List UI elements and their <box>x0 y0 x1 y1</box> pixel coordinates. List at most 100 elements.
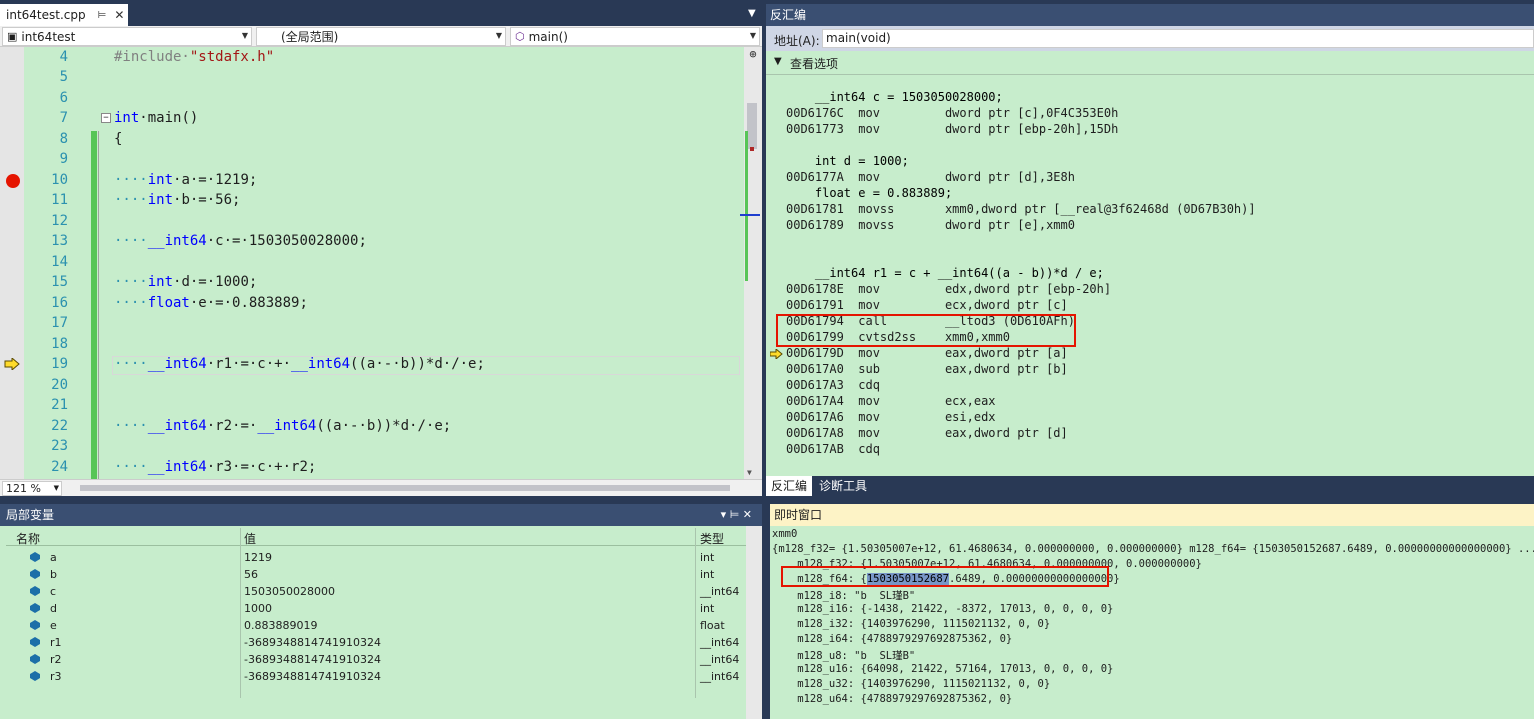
locals-window[interactable]: 名称 值 类型 a 1219 int b 56 int c 1503050028… <box>0 526 762 719</box>
change-marker <box>745 131 748 281</box>
code-line-19: ····__int64·r1·=·c·+·__int64((a·-·b))*d·… <box>114 356 485 372</box>
tab-int64test-cpp[interactable]: int64test.cpp ⊨ ✕ <box>0 4 128 26</box>
table-row[interactable]: a 1219 int <box>6 549 746 566</box>
address-input[interactable]: main(void) <box>822 29 1534 48</box>
immediate-window[interactable]: xmm0 {m128_f32= {1.50305007e+12, 61.4680… <box>770 526 1534 719</box>
pin-icon[interactable]: ⊨ <box>98 10 107 21</box>
window-controls[interactable]: ▾ ⊨ ✕ <box>721 504 752 526</box>
split-icon[interactable]: ⊕ <box>744 47 762 65</box>
project-icon: ▣ <box>7 30 18 43</box>
var-type: int <box>700 602 715 615</box>
table-row[interactable]: b 56 int <box>6 566 746 583</box>
line-number: 8 <box>59 131 68 147</box>
immediate-line: m128_i8: "b SL瑾B" <box>772 590 916 602</box>
column-value[interactable]: 值 <box>244 530 256 547</box>
project-label: int64test <box>21 29 76 44</box>
editor-horizontal-scrollbar[interactable] <box>70 483 740 493</box>
disasm-line: 00D6179D mov eax,dword ptr [a] <box>786 346 1068 360</box>
var-name: r3 <box>50 670 62 683</box>
scope-combo[interactable]: (全局范围) ▼ <box>256 27 506 46</box>
chevron-down-icon: ▼ <box>749 31 756 40</box>
disasm-line: float e = 0.883889; <box>786 186 953 200</box>
immediate-line: m128_i64: {4788979297692875362, 0} <box>772 633 1013 645</box>
table-row[interactable]: r1 -3689348814741910324 __int64 <box>6 634 746 651</box>
line-number: 13 <box>51 233 68 249</box>
scroll-down-icon[interactable]: ▼ <box>747 468 752 477</box>
close-icon[interactable]: ✕ <box>114 8 124 22</box>
line-number: 21 <box>51 397 68 413</box>
disassembly-view[interactable]: __int64 c = 1503050028000; 00D6176C mov … <box>766 75 1534 476</box>
immediate-line: m128_i32: {1403976290, 1115021132, 0, 0} <box>772 618 1051 630</box>
tab-disassembly[interactable]: 反汇编 <box>766 476 813 496</box>
table-row[interactable]: r3 -3689348814741910324 __int64 <box>6 668 746 685</box>
chevron-down-icon: ▼ <box>241 31 248 40</box>
editor-vertical-scrollbar[interactable]: ⊕ ▼ <box>740 47 762 479</box>
var-value[interactable]: 1219 <box>244 551 272 564</box>
line-number: 24 <box>51 459 68 475</box>
line-number: 6 <box>59 90 68 106</box>
variable-icon <box>30 637 40 647</box>
var-value[interactable]: -3689348814741910324 <box>244 653 381 666</box>
table-row[interactable]: d 1000 int <box>6 600 746 617</box>
locals-title-label: 局部变量 <box>6 508 55 522</box>
var-value[interactable]: -3689348814741910324 <box>244 670 381 683</box>
code-line-13: ····__int64·c·=·1503050028000; <box>114 233 367 249</box>
column-name[interactable]: 名称 <box>16 530 40 547</box>
line-number: 5 <box>59 69 68 85</box>
collapse-icon[interactable]: − <box>101 113 111 123</box>
immediate-line: m128_u32: {1403976290, 1115021132, 0, 0} <box>772 678 1051 690</box>
code-line-24: ····__int64·r3·=·c·+·r2; <box>114 459 317 475</box>
var-value[interactable]: -3689348814741910324 <box>244 636 381 649</box>
var-name: r2 <box>50 653 62 666</box>
disasm-line: 00D61781 movss xmm0,dword ptr [__real@3f… <box>786 202 1256 216</box>
immediate-line: {m128_f32= {1.50305007e+12, 61.4680634, … <box>772 543 1534 555</box>
table-row[interactable]: r2 -3689348814741910324 __int64 <box>6 651 746 668</box>
breakpoint-gutter[interactable] <box>0 47 24 479</box>
caret-marker <box>740 214 760 216</box>
chevron-down-icon: ▼ <box>53 484 59 492</box>
disasm-line: 00D617A4 mov ecx,eax <box>786 394 996 408</box>
breakpoint-icon[interactable] <box>6 174 20 188</box>
table-row[interactable]: e 0.883889019 float <box>6 617 746 634</box>
var-name: d <box>50 602 57 615</box>
line-number: 18 <box>51 336 68 352</box>
line-number: 11 <box>51 192 68 208</box>
table-row[interactable]: c 1503050028000 __int64 <box>6 583 746 600</box>
tab-title: int64test.cpp <box>6 8 86 22</box>
var-name: a <box>50 551 57 564</box>
var-value[interactable]: 56 <box>244 568 258 581</box>
editor-status-bar: 121 % ▼ <box>0 479 762 496</box>
project-combo[interactable]: ▣ int64test ▼ <box>2 27 252 46</box>
tab-diagnostic-tools[interactable]: 诊断工具 <box>814 476 872 496</box>
immediate-line: m128_u8: "b SL瑾B" <box>772 650 916 662</box>
var-value[interactable]: 0.883889019 <box>244 619 317 632</box>
zoom-combo[interactable]: 121 % ▼ <box>2 481 62 496</box>
current-instruction-arrow-icon <box>770 349 783 359</box>
var-value[interactable]: 1503050028000 <box>244 585 335 598</box>
scroll-thumb[interactable] <box>747 103 757 149</box>
code-line-15: ····int·d·=·1000; <box>114 274 258 290</box>
disasm-line: 00D6176C mov dword ptr [c],0F4C353E0h <box>786 106 1119 120</box>
disasm-line: 00D61791 mov ecx,dword ptr [c] <box>786 298 1068 312</box>
code-line-10: ····int·a·=·1219; <box>114 172 258 188</box>
var-name: r1 <box>50 636 62 649</box>
column-type[interactable]: 类型 <box>700 530 724 547</box>
scroll-thumb[interactable] <box>80 485 730 491</box>
var-type: int <box>700 551 715 564</box>
line-number: 10 <box>51 172 68 188</box>
method-icon: ⬡ <box>515 30 525 43</box>
tabs-dropdown-icon[interactable]: ▼ <box>748 8 756 19</box>
var-type: int <box>700 568 715 581</box>
line-number: 7 <box>59 110 68 126</box>
scope-label: (全局范围) <box>281 30 339 44</box>
disasm-line: 00D617A6 mov esi,edx <box>786 410 996 424</box>
var-value[interactable]: 1000 <box>244 602 272 615</box>
disasm-line: __int64 c = 1503050028000; <box>786 90 1003 104</box>
var-type: __int64 <box>700 653 740 666</box>
code-editor[interactable]: − 4 5 6 7 8 9 10 11 12 13 14 15 16 17 18… <box>0 47 762 479</box>
function-combo[interactable]: ⬡ main() ▼ <box>510 27 760 46</box>
navigation-bar: ▣ int64test ▼ (全局范围) ▼ ⬡ main() ▼ <box>0 26 762 47</box>
immediate-title: 即时窗口 <box>770 504 1534 526</box>
view-options-toggle[interactable]: ▼ 查看选项 <box>766 51 1534 75</box>
locals-vertical-scrollbar[interactable] <box>746 526 762 719</box>
